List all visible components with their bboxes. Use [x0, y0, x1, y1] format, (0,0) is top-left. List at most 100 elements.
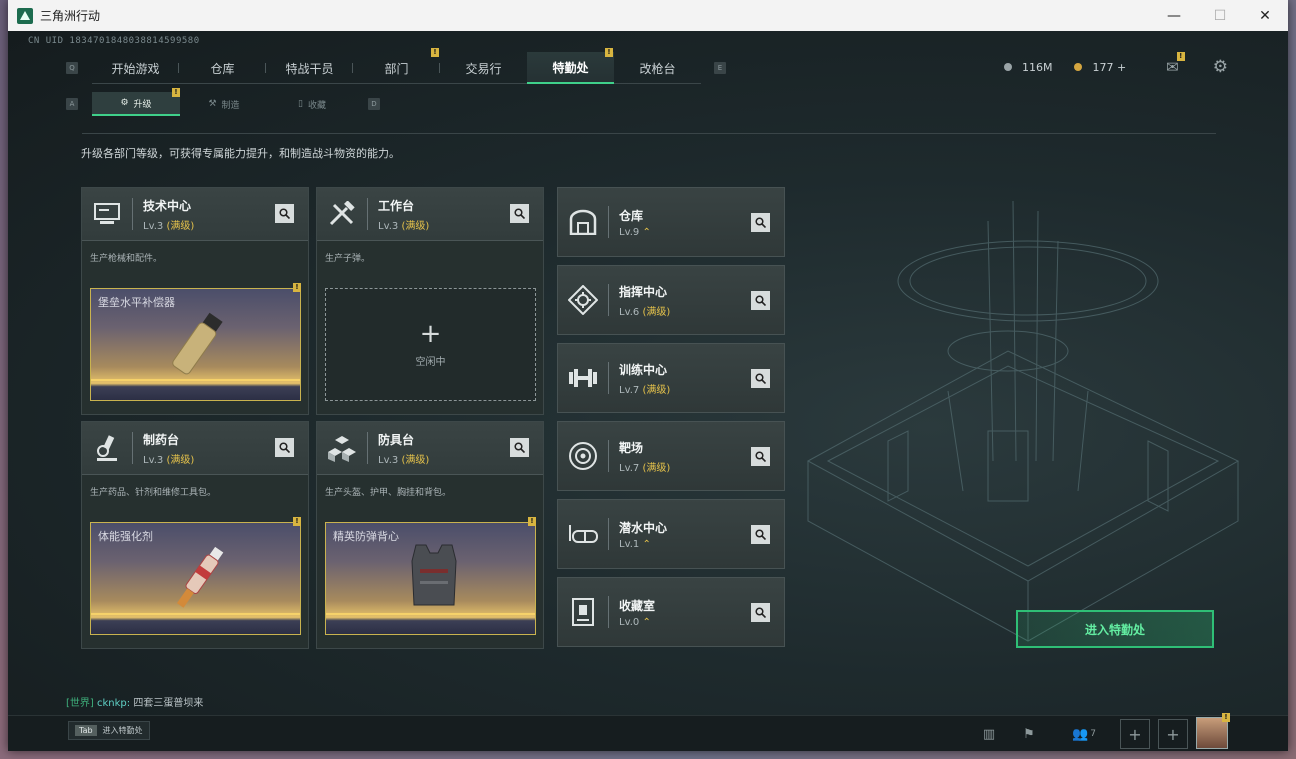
dept-level: Lv.7	[619, 462, 640, 474]
subtab-craft[interactable]: ⚒ 制造	[180, 92, 268, 116]
crafting-slot-empty[interactable]: + 空闲中	[325, 288, 536, 401]
tab-warehouse[interactable]: 仓库	[179, 52, 266, 84]
notification-badge: !	[293, 517, 301, 526]
search-icon[interactable]	[275, 438, 294, 457]
compensator-item-icon	[172, 312, 223, 375]
subnav-next-key-hint[interactable]: D	[368, 98, 380, 110]
dept-card-workbench[interactable]: 工作台 Lv.3 (满级) 生产子弹。 + 空闲中	[316, 187, 544, 415]
dept-card-tech-center[interactable]: 技术中心 Lv.3 (满级) 生产枪械和配件。 堡垒水平补偿器 !	[81, 187, 309, 415]
tab-hint-label: 进入特勤处	[102, 726, 143, 735]
divider	[82, 133, 1216, 134]
search-icon[interactable]	[510, 204, 529, 223]
search-icon[interactable]	[751, 525, 770, 544]
subnav-prev-key-hint[interactable]: A	[66, 98, 78, 110]
tab-operators[interactable]: 特战干员	[266, 52, 353, 84]
computer-icon	[82, 188, 132, 241]
tab-hint[interactable]: Tab 进入特勤处	[68, 721, 150, 740]
max-level-label: (满级)	[642, 384, 671, 396]
slot-item-name: 堡垒水平补偿器	[98, 296, 175, 309]
search-icon[interactable]	[510, 438, 529, 457]
gold-amount[interactable]: 177 +	[1092, 61, 1126, 74]
chat-message: 四套三蛋普坝来	[133, 698, 204, 709]
max-level-label: (满级)	[642, 306, 671, 318]
dept-card-shooting-range[interactable]: 靶场 Lv.7 (满级)	[557, 421, 785, 491]
player-uid: CN UID 1834701848038814599580	[28, 36, 200, 46]
flag-icon[interactable]: ⚑	[1014, 719, 1044, 749]
resources-bar: 116M 177 + ✉! ⚙	[1003, 52, 1228, 77]
coin-amount: 116M	[1021, 60, 1053, 74]
mail-icon[interactable]: ✉!	[1166, 52, 1185, 76]
notification-badge: !	[431, 48, 439, 57]
tab-trading[interactable]: 交易行	[440, 52, 527, 84]
search-icon[interactable]	[751, 447, 770, 466]
crafting-slot[interactable]: 精英防弹背心 !	[325, 517, 536, 635]
upgrade-icon: ⚙	[120, 98, 129, 108]
dept-description: 生产药品、针剂和维修工具包。	[90, 488, 217, 498]
dept-card-command-center[interactable]: 指挥中心 Lv.6 (满级)	[557, 265, 785, 335]
notification-badge: !	[528, 517, 536, 526]
nav-prev-key-hint[interactable]: Q	[66, 62, 78, 74]
dept-name: 技术中心	[143, 198, 192, 213]
tab-department[interactable]: 部门!	[353, 48, 440, 84]
search-icon[interactable]	[751, 603, 770, 622]
friends-icon[interactable]: 👥 7	[1064, 719, 1104, 749]
target-icon	[558, 421, 608, 491]
tab-special-ops[interactable]: 特勤处!	[527, 48, 614, 84]
dept-name: 防具台	[378, 432, 415, 447]
notification-badge: !	[172, 88, 180, 97]
dept-name: 收藏室	[619, 598, 656, 613]
search-icon[interactable]	[751, 369, 770, 388]
warehouse-icon	[558, 187, 608, 257]
tab-gunsmith[interactable]: 改枪台	[614, 52, 701, 84]
dumbbell-icon	[558, 343, 608, 413]
sub-nav: ⚙ 升级 ! ⚒ 制造 ▯ 收藏	[92, 88, 356, 116]
add-party-slot-button[interactable]: +	[1158, 719, 1188, 749]
dept-name: 指挥中心	[619, 284, 668, 299]
crafting-slot[interactable]: 体能强化剂 !	[90, 517, 301, 635]
chat-line[interactable]: [世界] cknkp: 四套三蛋普坝来	[66, 694, 203, 709]
crafting-slot[interactable]: 堡垒水平补偿器 !	[90, 283, 301, 401]
subtab-collection[interactable]: ▯ 收藏	[268, 92, 356, 116]
dept-card-warehouse[interactable]: 仓库 Lv.9 ⌃	[557, 187, 785, 257]
stats-chart-icon[interactable]: ▥	[974, 719, 1004, 749]
injector-item-icon	[176, 546, 224, 608]
maximize-button[interactable]: ☐	[1197, 0, 1243, 31]
tab-key: Tab	[75, 725, 97, 736]
close-button[interactable]: ✕	[1242, 0, 1288, 31]
dept-card-armor-bench[interactable]: 防具台 Lv.3 (满级) 生产头盔、护甲、胸挂和背包。 精英防弹背心 !	[316, 421, 544, 649]
enter-special-ops-button[interactable]: 进入特勤处	[1016, 610, 1214, 648]
dept-card-collection-room[interactable]: 收藏室 Lv.0 ⌃	[557, 577, 785, 647]
upgrade-available-icon: ⌃	[642, 538, 651, 550]
settings-gear-icon[interactable]: ⚙	[1213, 57, 1228, 77]
dept-name: 仓库	[619, 208, 644, 223]
tools-icon	[317, 188, 367, 241]
game-window: 三角洲行动 — ☐ ✕ CN UID 183470184803881459958…	[8, 0, 1288, 751]
dept-name: 工作台	[378, 198, 415, 213]
tab-start-game[interactable]: 开始游戏	[92, 52, 179, 84]
dept-level: Lv.6	[619, 306, 640, 318]
dept-card-diving-center[interactable]: 潜水中心 Lv.1 ⌃	[557, 499, 785, 569]
chat-channel: [世界]	[66, 698, 94, 709]
search-icon[interactable]	[751, 291, 770, 310]
dept-card-pharmacy[interactable]: 制药台 Lv.3 (满级) 生产药品、针剂和维修工具包。 体能强化剂 !	[81, 421, 309, 649]
cubes-icon	[317, 422, 367, 475]
notification-badge: !	[605, 48, 613, 57]
search-icon[interactable]	[751, 213, 770, 232]
nav-next-key-hint[interactable]: E	[714, 62, 726, 74]
add-party-slot-button[interactable]: +	[1120, 719, 1150, 749]
dept-name: 靶场	[619, 440, 644, 455]
gold-icon	[1074, 63, 1083, 71]
dept-name: 潜水中心	[619, 520, 668, 535]
dept-name: 制药台	[143, 432, 180, 447]
microscope-icon	[82, 422, 132, 475]
search-icon[interactable]	[275, 204, 294, 223]
notification-badge: !	[1176, 52, 1185, 61]
player-avatar[interactable]: !	[1196, 713, 1230, 749]
chat-user: cknkp:	[97, 698, 131, 709]
minimize-button[interactable]: —	[1151, 0, 1197, 31]
subtab-upgrade[interactable]: ⚙ 升级 !	[92, 88, 180, 116]
trophy-cabinet-icon	[558, 577, 608, 647]
dept-card-training-center[interactable]: 训练中心 Lv.7 (满级)	[557, 343, 785, 413]
dept-level: Lv.3	[143, 220, 164, 232]
title-bar: 三角洲行动 — ☐ ✕	[8, 0, 1288, 31]
